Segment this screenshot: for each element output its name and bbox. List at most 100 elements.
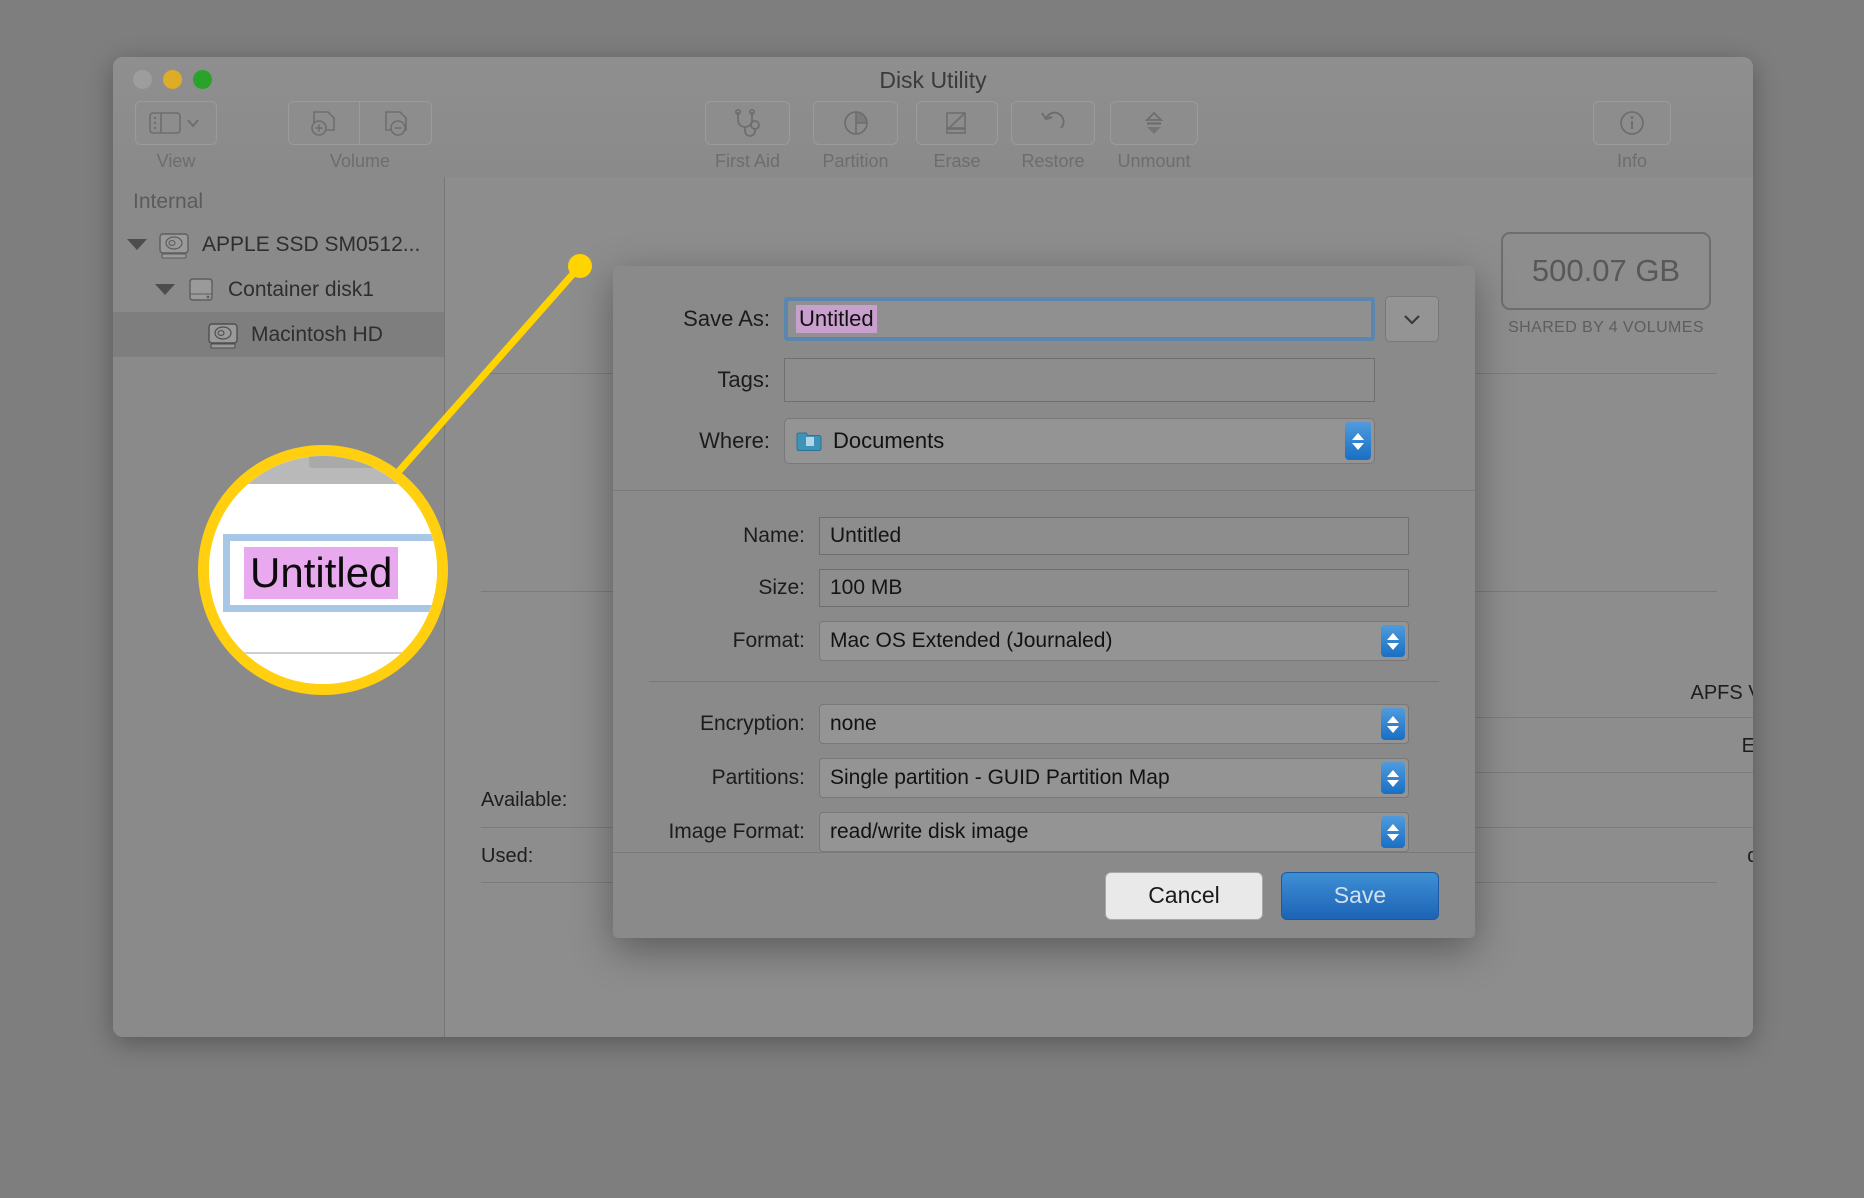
view-button[interactable] — [135, 101, 217, 145]
size-row: Size: 100 MB — [649, 569, 1439, 607]
toolbar-item-partition[interactable]: Partition — [813, 101, 898, 172]
volume-remove-icon — [378, 109, 414, 137]
toolbar-item-volume[interactable]: Volume — [288, 101, 432, 172]
volume-disk-icon — [206, 320, 240, 350]
format-stepper[interactable] — [1381, 625, 1405, 657]
disclosure-triangle-icon[interactable] — [155, 284, 175, 295]
expand-browser-button[interactable] — [1385, 296, 1439, 342]
size-input[interactable]: 100 MB — [819, 569, 1409, 607]
name-value: Untitled — [830, 524, 901, 548]
detail-row-value: disk1s1 — [1747, 845, 1753, 868]
encryption-label: Encryption: — [649, 712, 819, 736]
volume-remove-button[interactable] — [360, 101, 432, 145]
partitions-label: Partitions: — [649, 766, 819, 790]
sidebar-item-apple-ssd[interactable]: APPLE SSD SM0512... — [113, 222, 444, 267]
magnifier-label-fragment: : — [201, 552, 212, 597]
chevron-down-icon — [1400, 311, 1424, 327]
sidebar-item-macintosh-hd[interactable]: Macintosh HD — [113, 312, 444, 357]
first-aid-label: First Aid — [705, 151, 790, 172]
detail-row-key: Used: — [481, 845, 533, 868]
info-button[interactable] — [1593, 101, 1671, 145]
hard-disk-icon — [157, 230, 191, 260]
image-format-label: Image Format: — [649, 820, 819, 844]
encryption-stepper[interactable] — [1381, 708, 1405, 740]
image-format-stepper[interactable] — [1381, 816, 1405, 848]
chevron-up-icon — [1387, 633, 1399, 640]
restore-button[interactable] — [1011, 101, 1095, 145]
chevron-down-icon — [1387, 726, 1399, 733]
detail-row-key: Available: — [481, 789, 567, 812]
capacity-value: 500.07 GB — [1501, 232, 1711, 310]
window-title: Disk Utility — [113, 67, 1753, 94]
image-format-value: read/write disk image — [830, 820, 1028, 844]
save-as-input[interactable]: Untitled — [784, 297, 1375, 341]
sidebar-item-label: Container disk1 — [228, 278, 374, 302]
chevron-down-icon — [1387, 834, 1399, 841]
image-format-popup-button[interactable]: read/write disk image — [819, 812, 1409, 852]
chevron-down-icon — [1387, 643, 1399, 650]
magnifier-callout: : Untitled — [198, 445, 448, 695]
sheet-inner-divider — [649, 681, 1439, 682]
name-label: Name: — [649, 524, 819, 548]
format-label: Format: — [649, 629, 819, 653]
size-value: 100 MB — [830, 576, 902, 600]
sidebar-item-label: APPLE SSD SM0512... — [202, 233, 420, 257]
toolbar-item-view[interactable]: View — [135, 101, 217, 172]
cancel-button[interactable]: Cancel — [1105, 872, 1263, 920]
partitions-row: Partitions: Single partition - GUID Part… — [649, 758, 1439, 798]
where-label: Where: — [649, 428, 784, 454]
save-as-label: Save As: — [649, 306, 784, 332]
erase-label: Erase — [916, 151, 998, 172]
sheet-action-bar: Cancel Save — [613, 852, 1475, 938]
chevron-up-icon — [1387, 716, 1399, 723]
toolbar-item-unmount[interactable]: Unmount — [1110, 101, 1198, 172]
name-row: Name: Untitled — [649, 517, 1439, 555]
partitions-popup-button[interactable]: Single partition - GUID Partition Map — [819, 758, 1409, 798]
chevron-up-icon — [1387, 770, 1399, 777]
container-icon — [185, 275, 217, 305]
name-input[interactable]: Untitled — [819, 517, 1409, 555]
partition-button[interactable] — [813, 101, 898, 145]
where-stepper[interactable] — [1345, 422, 1371, 460]
unmount-button[interactable] — [1110, 101, 1198, 145]
sidebar-item-container-disk1[interactable]: Container disk1 — [113, 267, 444, 312]
toolbar-item-erase[interactable]: Erase — [916, 101, 998, 172]
info-circle-icon — [1617, 108, 1647, 138]
magnifier-content: : Untitled — [209, 456, 437, 684]
save-button[interactable]: Save — [1281, 872, 1439, 920]
erase-pencil-icon — [940, 108, 974, 138]
magnifier-selected-text: Untitled — [244, 547, 398, 599]
toolbar-item-restore[interactable]: Restore — [1011, 101, 1095, 172]
partition-label: Partition — [813, 151, 898, 172]
magnifier-focused-field: Untitled — [223, 534, 448, 612]
detail-row-value: Enabled — [1742, 735, 1753, 758]
where-row: Where: Documents — [649, 418, 1439, 464]
tags-input[interactable] — [784, 358, 1375, 402]
volume-add-button[interactable] — [288, 101, 360, 145]
tags-row: Tags: — [649, 358, 1439, 402]
info-label: Info — [1593, 151, 1671, 172]
toolbar-item-first-aid[interactable]: First Aid — [705, 101, 790, 172]
first-aid-button[interactable] — [705, 101, 790, 145]
where-popup-button[interactable]: Documents — [784, 418, 1375, 464]
pie-chart-icon — [839, 108, 873, 138]
encryption-popup-button[interactable]: none — [819, 704, 1409, 744]
toolbar-item-info[interactable]: Info — [1593, 101, 1671, 172]
partitions-value: Single partition - GUID Partition Map — [830, 766, 1170, 790]
restore-undo-icon — [1037, 108, 1069, 138]
image-format-row: Image Format: read/write disk image — [649, 812, 1439, 852]
disclosure-triangle-icon[interactable] — [127, 239, 147, 250]
sidebar-section-header: Internal — [113, 185, 444, 222]
volume-add-icon — [306, 109, 342, 137]
restore-label: Restore — [1011, 151, 1095, 172]
format-row: Format: Mac OS Extended (Journaled) — [649, 621, 1439, 661]
view-label: View — [135, 151, 217, 172]
chevron-down-icon — [1352, 443, 1364, 450]
format-popup-button[interactable]: Mac OS Extended (Journaled) — [819, 621, 1409, 661]
erase-button[interactable] — [916, 101, 998, 145]
save-as-row: Save As: Untitled — [649, 296, 1439, 342]
detail-row-value: APFS Volume — [1690, 682, 1753, 705]
partitions-stepper[interactable] — [1381, 762, 1405, 794]
sheet-top-section: Save As: Untitled Tags: — [613, 266, 1475, 490]
capacity-subtitle: SHARED BY 4 VOLUMES — [1501, 319, 1711, 337]
